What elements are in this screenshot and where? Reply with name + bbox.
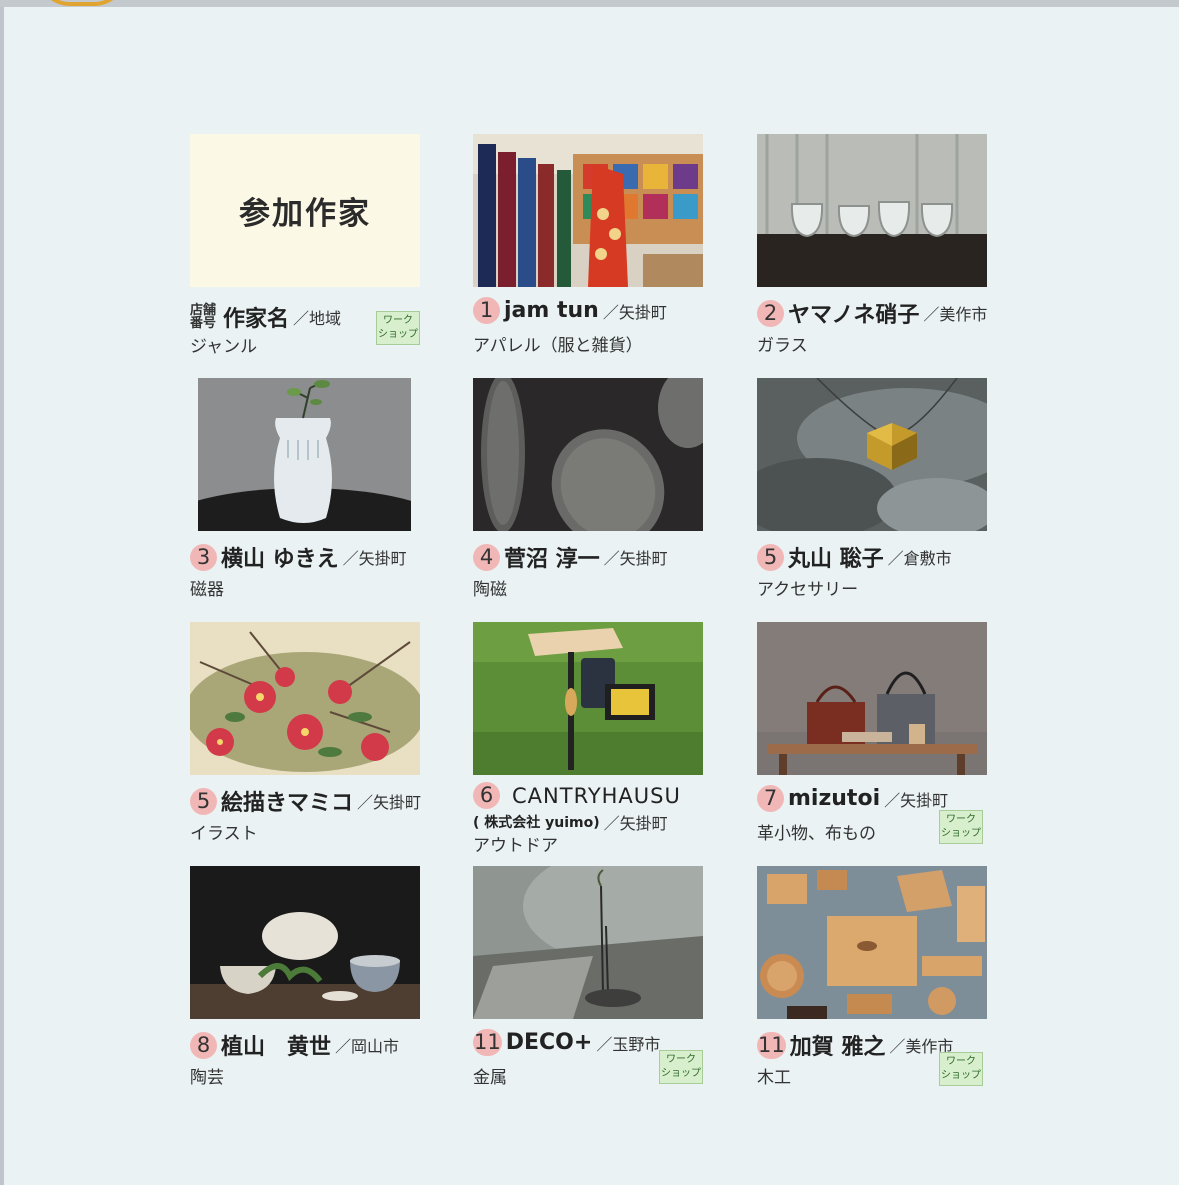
artist-name-line: 4 菅沼 淳一 ／矢掛町 [473, 541, 668, 573]
workshop-badge-legend: ワーク ショップ [376, 311, 420, 345]
wood-crafts-icon [757, 866, 987, 1019]
artist-genre: 金属 [473, 1068, 507, 1088]
artist-genre: アクセサリー [757, 580, 859, 600]
legend-region: ／地域 [293, 309, 342, 328]
artist-name-line: 6 CANTRYHAUSU [473, 782, 681, 809]
camellia-painting-icon [190, 622, 420, 775]
artist-genre: 磁器 [190, 580, 224, 600]
title-box: 参加作家 [190, 134, 420, 287]
artist-name-line: 2 ヤマノネ硝子 ／美作市 [757, 297, 987, 329]
store-number-badge: 11 [473, 1029, 502, 1056]
store-number-badge: 1 [473, 297, 500, 324]
page-title: 参加作家 [239, 196, 371, 232]
legend-name: 作家名 [223, 307, 290, 332]
artist-genre: 木工 [757, 1068, 791, 1088]
artist-name: 菅沼 淳一 [504, 547, 600, 572]
leather-bags-icon [757, 622, 987, 775]
artist-region: ／玉野市 [596, 1034, 661, 1054]
pottery-icon [190, 866, 420, 1019]
artist-genre: ガラス [757, 336, 808, 356]
artist-region: ／矢掛町 [357, 793, 422, 812]
store-label-line2: 番号 [190, 316, 217, 331]
artist-name: DECO+ [505, 1030, 593, 1055]
artist-genre: 陶磁 [473, 580, 507, 600]
artist-name-line: 7 mizutoi ／矢掛町 [757, 785, 948, 812]
artist-genre: イラスト [190, 824, 258, 844]
artist-name: 丸山 聡子 [788, 547, 884, 572]
artist-name: 加賀 雅之 [789, 1035, 886, 1060]
artist-region: ／矢掛町 [342, 549, 407, 568]
artist-region: ／矢掛町 [603, 814, 668, 833]
store-number-badge: 8 [190, 1031, 217, 1059]
artist-name: ヤマノネ硝子 [788, 303, 920, 328]
store-number-badge: 4 [473, 543, 500, 571]
pendant-icon [757, 378, 987, 531]
store-number-badge: 7 [757, 785, 784, 812]
artist-company: ( 株式会社 yuimo) [473, 815, 600, 831]
oval-plates-icon [473, 378, 703, 531]
artist-name-line: 3 横山 ゆきえ ／矢掛町 [190, 541, 407, 573]
artist-catalog-page: 参加作家 店舗 番号 作家名 ／地域 ジャンル ワーク ショップ 1 jam t… [4, 7, 1179, 1185]
artist-name: mizutoi [788, 786, 881, 811]
workshop-badge: ワーク ショップ [939, 810, 983, 844]
outdoor-table-icon [473, 622, 703, 775]
glass-cups-icon [757, 134, 987, 287]
artist-name: 横山 ゆきえ [221, 547, 339, 572]
store-number-label: 店舗 番号 [190, 304, 216, 330]
legend-genre: ジャンル [190, 337, 258, 357]
artist-name: 植山 黄世 [221, 1035, 332, 1060]
artist-region: ／岡山市 [335, 1037, 400, 1056]
artist-genre: アウトドア [473, 836, 558, 856]
artist-region: ／倉敷市 [887, 549, 952, 568]
store-number-badge: 3 [190, 543, 217, 571]
workshop-badge: ワーク ショップ [939, 1052, 983, 1086]
metal-stand-icon [473, 866, 703, 1019]
artist-name: jam tun [504, 298, 599, 323]
vase-icon [198, 378, 411, 531]
legend-name-line: 店舗 番号 作家名 ／地域 [190, 301, 341, 333]
artist-region: ／美作市 [923, 305, 988, 324]
top-strip [0, 0, 1179, 7]
artist-name: CANTRYHAUSU [512, 783, 681, 808]
artist-name-line: 8 植山 黄世 ／岡山市 [190, 1029, 399, 1061]
artist-name: 絵描きマミコ [221, 791, 354, 816]
store-number-badge: 2 [757, 299, 784, 327]
artist-region: ／矢掛町 [603, 549, 668, 568]
artist-name-line: 1 jam tun ／矢掛町 [473, 297, 667, 324]
artist-name-line: 5 絵描きマミコ ／矢掛町 [190, 785, 421, 817]
workshop-badge: ワーク ショップ [659, 1050, 703, 1084]
artist-genre: 陶芸 [190, 1068, 224, 1088]
artist-region: ／矢掛町 [884, 790, 949, 810]
artist-name-line: 11 DECO+ ／玉野市 [473, 1029, 660, 1056]
artist-genre: 革小物、布もの [757, 824, 876, 844]
artist-region: ／矢掛町 [602, 302, 667, 322]
store-number-badge: 5 [190, 787, 217, 815]
textile-icon [473, 134, 703, 287]
artist-genre: アパレル（服と雑貨） [473, 336, 643, 356]
store-number-badge: 5 [757, 543, 784, 571]
artist-name-line: 5 丸山 聡子 ／倉敷市 [757, 541, 952, 573]
store-number-badge: 11 [757, 1031, 786, 1059]
artist-name-line: 11 加賀 雅之 ／美作市 [757, 1029, 953, 1061]
store-number-badge: 6 [473, 782, 500, 809]
